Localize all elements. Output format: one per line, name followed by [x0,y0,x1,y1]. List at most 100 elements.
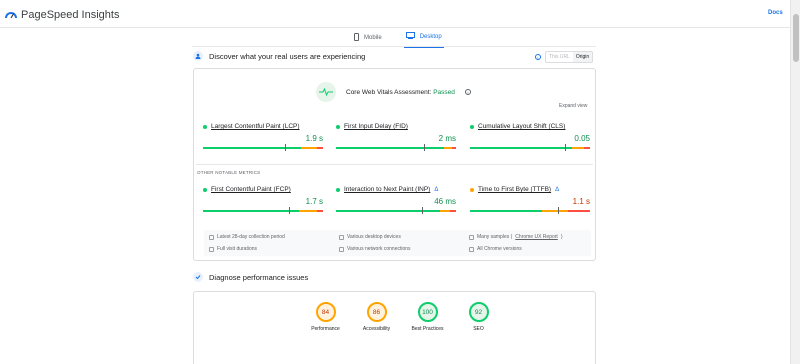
tab-mobile-label: Mobile [364,34,382,41]
info-icon[interactable]: i [535,54,541,60]
cwv-assessment-text: Core Web Vitals Assessment: Passed [346,89,455,96]
scrollbar[interactable] [790,0,800,364]
lab-data-title: Diagnose performance issues [209,272,309,282]
url-origin-toggle: i This URL Origin [535,51,594,63]
performance-label: Performance [311,326,340,332]
url-origin-segmented: This URL Origin [545,51,594,63]
docs-link[interactable]: Docs [768,10,783,16]
metric-name[interactable]: First Contentful Paint (FCP) [211,186,291,193]
expand-view-button[interactable]: Expand view [559,103,587,109]
app-title: PageSpeed Insights [21,9,120,21]
bar-good [470,210,542,212]
score-seo[interactable]: 92 SEO [453,302,504,332]
meta-duration: Full visit durations [209,246,257,252]
timer-icon [209,246,214,252]
distribution-bar [203,207,323,214]
cwv-assessment: Core Web Vitals Assessment: Passed i [316,82,471,102]
meta-samples-prefix: Many samples ( [477,234,513,240]
calendar-icon [209,234,214,240]
this-url-option[interactable]: This URL [546,52,573,62]
experimental-icon: Δ [555,186,560,193]
distribution-bar [203,144,323,151]
pagespeed-icon [5,6,17,24]
score-accessibility[interactable]: 86 Accessibility [351,302,402,332]
status-dot-icon [470,124,474,129]
users-icon [469,234,474,240]
users-experience-icon [193,51,203,61]
app-logo[interactable]: PageSpeed Insights [5,6,119,24]
best-practices-gauge: 100 [417,302,438,322]
lab-data-heading: Diagnose performance issues [193,272,308,282]
lighthouse-scores: 84 Performance 86 Accessibility 100 Best… [300,302,504,332]
metric-label-row: First Input Delay (FID) [336,123,456,130]
performance-gauge: 84 [315,302,336,322]
phone-icon [354,32,359,43]
bar-good [336,147,444,149]
scrollbar-thumb[interactable] [793,14,799,62]
score-best-practices[interactable]: 100 Best Practices [402,302,453,332]
bar-poor [452,147,456,149]
accessibility-score: 86 [372,308,381,316]
bar-marker [557,207,559,214]
chrome-ux-report-link[interactable]: Chrome UX Report [515,234,558,240]
distribution-bar [336,207,456,214]
metric-value: 1.1 s [572,197,590,206]
meta-chrome: All Chrome versions [469,246,522,252]
metrics-divider [196,164,593,165]
bar-good [470,147,572,149]
tabs-divider [192,46,596,47]
field-data-title: Discover what your real users are experi… [209,51,366,61]
best-practices-label: Best Practices [411,326,444,332]
metric-1: First Input Delay (FID) 2 ms [336,123,456,151]
meta-devices: Various desktop devices [339,234,401,240]
status-dot-icon [336,124,340,129]
bar-average [440,210,450,212]
metric-label-row: Largest Contentful Paint (LCP) [203,123,323,130]
accessibility-label: Accessibility [362,326,391,332]
metric-name[interactable]: Time to First Byte (TTFB) [478,186,551,193]
cwv-status: Passed [433,88,455,96]
bar-marker [423,144,425,151]
metric-label-row: Time to First Byte (TTFB) Δ [470,186,590,193]
metric-name[interactable]: Cumulative Layout Shift (CLS) [478,123,565,130]
metric-name[interactable]: First Input Delay (FID) [344,123,408,130]
metric-0: First Contentful Paint (FCP) 1.7 s [203,186,323,214]
bar-poor [316,147,323,149]
bar-good [203,210,299,212]
collection-meta: Latest 28-day collection period Various … [204,230,591,256]
origin-option[interactable]: Origin [572,52,593,62]
metric-value: 46 ms [434,197,456,206]
distribution-bar [470,144,590,151]
status-dot-icon [470,187,474,192]
status-dot-icon [336,187,340,192]
status-dot-icon [203,124,207,129]
accessibility-gauge: 86 [366,302,387,322]
meta-period-text: Latest 28-day collection period [217,234,285,240]
meta-duration-text: Full visit durations [217,246,258,252]
desktop-icon [339,234,344,240]
metric-value: 1.9 s [305,134,323,143]
diagnose-icon [193,272,203,282]
metric-name[interactable]: Interaction to Next Paint (INP) [344,186,430,193]
distribution-bar [470,207,590,214]
wifi-icon [339,246,344,252]
score-performance[interactable]: 84 Performance [300,302,351,332]
metric-0: Largest Contentful Paint (LCP) 1.9 s [203,123,323,151]
meta-samples-suffix: ) [560,234,563,240]
seo-score: 92 [474,308,483,316]
metric-value: 0.05 [574,134,590,143]
metric-name[interactable]: Largest Contentful Paint (LCP) [211,123,300,130]
cwv-label: Core Web Vitals Assessment: [346,88,432,96]
bar-average [299,210,317,212]
cwv-info-icon[interactable]: i [464,89,471,95]
seo-gauge: 92 [468,302,489,322]
meta-samples: Many samples (Chrome UX Report) [469,234,562,240]
meta-period: Latest 28-day collection period [209,234,285,240]
experimental-icon: Δ [434,186,439,193]
bar-poor [584,147,590,149]
metric-label-row: Cumulative Layout Shift (CLS) [470,123,590,130]
chrome-icon [469,246,474,252]
heartbeat-icon [316,82,336,102]
bar-marker [289,207,291,214]
metric-2: Time to First Byte (TTFB) Δ 1.1 s [470,186,590,214]
